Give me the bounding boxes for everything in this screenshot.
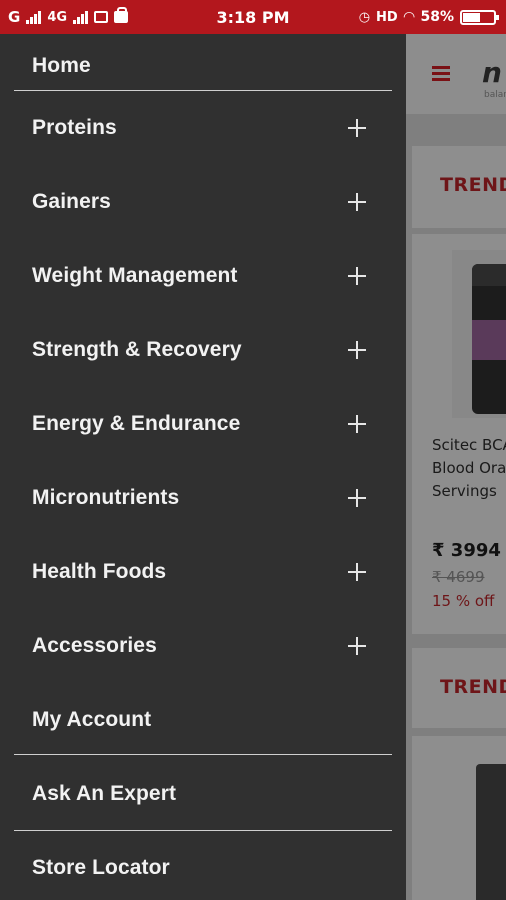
menu-item-health-foods[interactable]: Health Foods bbox=[0, 542, 406, 602]
menu-item-accessories[interactable]: Accessories bbox=[0, 616, 406, 676]
menu-item-store-locator[interactable]: Store Locator bbox=[0, 838, 406, 898]
status-right: ◷ HD ◠ 58% bbox=[358, 0, 499, 34]
menu-item-label: Weight Management bbox=[32, 264, 238, 287]
menu-item-label: Ask An Expert bbox=[32, 782, 177, 805]
app-header: n balanc bbox=[406, 34, 506, 114]
product-mrp: ₹ 4699 bbox=[432, 568, 485, 586]
menu-item-home[interactable]: Home bbox=[0, 36, 406, 96]
product-discount: 15 % off bbox=[432, 592, 495, 610]
product-name-line2: Blood Oran bbox=[432, 459, 506, 477]
expand-plus-icon[interactable] bbox=[348, 489, 366, 507]
menu-item-label: Micronutrients bbox=[32, 486, 180, 509]
product-image[interactable] bbox=[452, 250, 506, 418]
product-jar-cap bbox=[472, 264, 506, 286]
menu-item-label: Home bbox=[32, 54, 91, 77]
product-name-line3: Servings bbox=[432, 482, 497, 500]
background-app: n balanc TRENDI Scitec BCA Blood Oran Se… bbox=[406, 34, 506, 900]
menu-item-energy-and-endurance[interactable]: Energy & Endurance bbox=[0, 394, 406, 454]
menu-item-label: Proteins bbox=[32, 116, 117, 139]
expand-plus-icon[interactable] bbox=[348, 193, 366, 211]
navigation-drawer: Home Proteins Gainers Weight Management Stre… bbox=[0, 34, 406, 900]
app-logo-subtitle: balanc bbox=[484, 90, 506, 100]
menu-item-my-account[interactable]: My Account bbox=[0, 690, 406, 750]
menu-item-micronutrients[interactable]: Micronutrients bbox=[0, 468, 406, 528]
divider bbox=[14, 830, 392, 831]
product-price: ₹ 3994 bbox=[432, 540, 501, 561]
expand-plus-icon[interactable] bbox=[348, 637, 366, 655]
expand-plus-icon[interactable] bbox=[348, 119, 366, 137]
battery-icon bbox=[460, 9, 499, 25]
battery-fill bbox=[463, 12, 481, 22]
app-logo: n bbox=[482, 56, 502, 89]
menu-item-label: Energy & Endurance bbox=[32, 412, 241, 435]
menu-item-label: Health Foods bbox=[32, 560, 167, 583]
hd-label: HD bbox=[376, 9, 398, 25]
menu-item-strength-and-recovery[interactable]: Strength & Recovery bbox=[0, 320, 406, 380]
menu-item-weight-management[interactable]: Weight Management bbox=[0, 246, 406, 306]
wifi-icon: ◠ bbox=[403, 9, 415, 25]
battery-percent: 58% bbox=[420, 9, 454, 25]
section-card-2: TRENDI bbox=[412, 648, 506, 728]
product-card[interactable]: Scitec BCA Blood Oran Servings ₹ 3994 ₹ … bbox=[412, 234, 506, 634]
alarm-icon: ◷ bbox=[358, 9, 371, 25]
expand-plus-icon[interactable] bbox=[348, 415, 366, 433]
menu-item-label: Store Locator bbox=[32, 856, 170, 879]
menu-item-label: Gainers bbox=[32, 190, 111, 213]
menu-item-gainers[interactable]: Gainers bbox=[0, 172, 406, 232]
product-jar-label bbox=[472, 320, 506, 360]
hamburger-menu-icon[interactable] bbox=[432, 66, 450, 81]
section-title-2: TRENDI bbox=[440, 676, 506, 698]
expand-plus-icon[interactable] bbox=[348, 267, 366, 285]
menu-item-proteins[interactable]: Proteins bbox=[0, 98, 406, 158]
status-bar: G 4G 3:18 PM ◷ HD ◠ 58% bbox=[0, 0, 506, 34]
menu-item-ask-an-expert[interactable]: Ask An Expert bbox=[0, 764, 406, 824]
product-image-2[interactable] bbox=[476, 764, 506, 900]
menu-item-label: Strength & Recovery bbox=[32, 338, 242, 361]
menu-item-label: Accessories bbox=[32, 634, 157, 657]
expand-plus-icon[interactable] bbox=[348, 563, 366, 581]
section-card: TRENDI bbox=[412, 146, 506, 228]
section-title: TRENDI bbox=[440, 174, 506, 196]
divider bbox=[14, 754, 392, 755]
product-name-line1: Scitec BCA bbox=[432, 436, 506, 454]
product-card-2[interactable] bbox=[412, 736, 506, 900]
expand-plus-icon[interactable] bbox=[348, 341, 366, 359]
menu-item-label: My Account bbox=[32, 708, 152, 731]
divider bbox=[14, 90, 392, 91]
